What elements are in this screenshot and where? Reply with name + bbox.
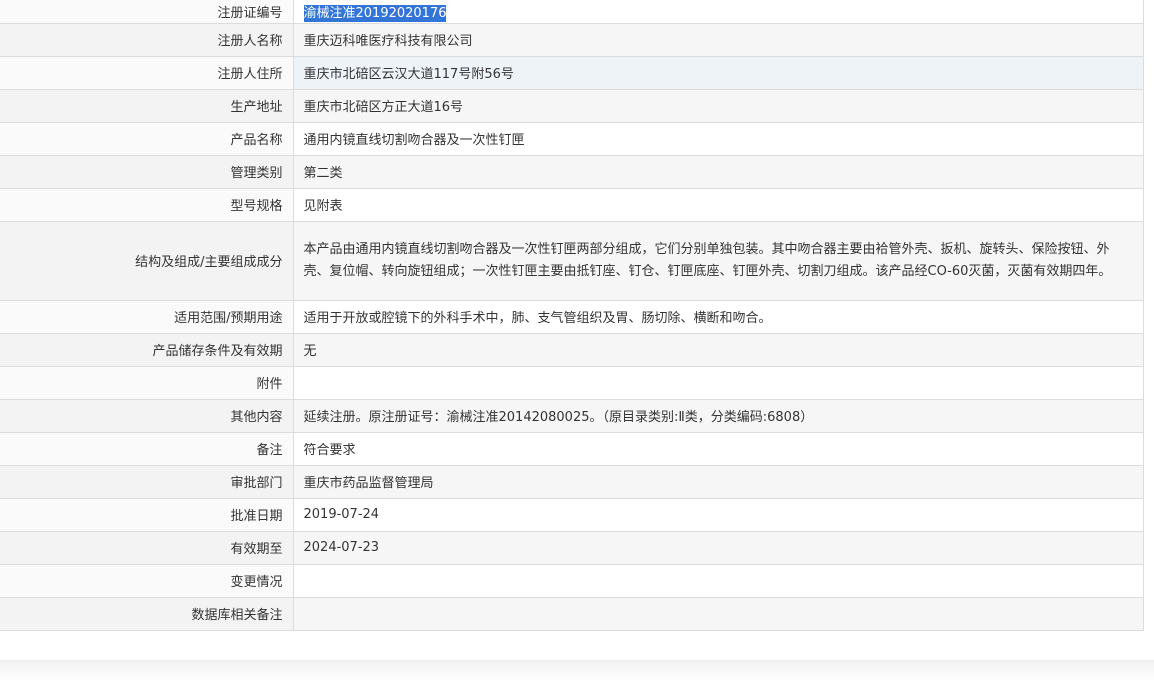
table-row-approval-department: 审批部门 重庆市药品监督管理局 bbox=[0, 465, 1143, 499]
row-label: 附件 bbox=[0, 366, 294, 400]
row-label: 批准日期 bbox=[0, 498, 294, 532]
table-row-structure-composition: 结构及组成/主要组成成分 本产品由通用内镜直线切割吻合器及一次性钉匣两部分组成，… bbox=[0, 221, 1143, 301]
row-value: 重庆市北碚区云汉大道117号附56号 bbox=[293, 56, 1143, 90]
table-row-registrant-name: 注册人名称 重庆迈科唯医疗科技有限公司 bbox=[0, 23, 1143, 57]
row-value: 重庆迈科唯医疗科技有限公司 bbox=[293, 23, 1143, 57]
row-label: 产品名称 bbox=[0, 122, 294, 156]
row-value: 2024-07-23 bbox=[293, 531, 1143, 565]
row-value: 本产品由通用内镜直线切割吻合器及一次性钉匣两部分组成，它们分别单独包装。其中吻合… bbox=[293, 221, 1143, 301]
table-row-product-name: 产品名称 通用内镜直线切割吻合器及一次性钉匣 bbox=[0, 122, 1143, 156]
row-label: 变更情况 bbox=[0, 564, 294, 598]
table-row-registrant-address: 注册人住所 重庆市北碚区云汉大道117号附56号 bbox=[0, 56, 1143, 90]
row-value: 无 bbox=[293, 333, 1143, 367]
row-label: 适用范围/预期用途 bbox=[0, 300, 294, 334]
row-value[interactable]: 渝械注准20192020176 bbox=[293, 0, 1143, 24]
row-value: 见附表 bbox=[293, 188, 1143, 222]
row-value: 重庆市药品监督管理局 bbox=[293, 465, 1143, 499]
row-value: 通用内镜直线切割吻合器及一次性钉匣 bbox=[293, 122, 1143, 156]
row-value: 2019-07-24 bbox=[293, 498, 1143, 532]
row-value bbox=[293, 564, 1143, 598]
table-row-intended-use: 适用范围/预期用途 适用于开放或腔镜下的外科手术中，肺、支气管组织及胃、肠切除、… bbox=[0, 300, 1143, 334]
registration-number-selected[interactable]: 渝械注准20192020176 bbox=[303, 4, 447, 22]
row-label: 审批部门 bbox=[0, 465, 294, 499]
table-row-valid-until: 有效期至 2024-07-23 bbox=[0, 531, 1143, 565]
row-label: 注册人住所 bbox=[0, 56, 294, 90]
row-value: 延续注册。原注册证号：渝械注准20142080025。（原目录类别:Ⅱ类，分类编… bbox=[293, 399, 1143, 433]
table-row-model-spec: 型号规格 见附表 bbox=[0, 188, 1143, 222]
table-row-management-category: 管理类别 第二类 bbox=[0, 155, 1143, 189]
table-row-production-address: 生产地址 重庆市北碚区方正大道16号 bbox=[0, 89, 1143, 123]
row-label: 数据库相关备注 bbox=[0, 597, 294, 631]
row-value: 重庆市北碚区方正大道16号 bbox=[293, 89, 1143, 123]
row-value bbox=[293, 366, 1143, 400]
page-bottom-shadow bbox=[0, 660, 1154, 680]
row-label: 产品储存条件及有效期 bbox=[0, 333, 294, 367]
row-value: 适用于开放或腔镜下的外科手术中，肺、支气管组织及胃、肠切除、横断和吻合。 bbox=[293, 300, 1143, 334]
table-row-registration-number: 注册证编号 渝械注准20192020176 bbox=[0, 0, 1143, 24]
row-label: 注册证编号 bbox=[0, 0, 294, 24]
registration-detail-panel: 注册证编号 渝械注准20192020176 注册人名称 重庆迈科唯医疗科技有限公… bbox=[0, 0, 1144, 631]
table-row-database-notes: 数据库相关备注 bbox=[0, 597, 1143, 631]
row-label: 注册人名称 bbox=[0, 23, 294, 57]
page: 注册证编号 渝械注准20192020176 注册人名称 重庆迈科唯医疗科技有限公… bbox=[0, 0, 1154, 680]
table-row-change-status: 变更情况 bbox=[0, 564, 1143, 598]
row-label: 型号规格 bbox=[0, 188, 294, 222]
table-row-approval-date: 批准日期 2019-07-24 bbox=[0, 498, 1143, 532]
registration-info-table: 注册证编号 渝械注准20192020176 注册人名称 重庆迈科唯医疗科技有限公… bbox=[0, 0, 1143, 631]
row-value: 第二类 bbox=[293, 155, 1143, 189]
table-row-remarks: 备注 符合要求 bbox=[0, 432, 1143, 466]
row-label: 结构及组成/主要组成成分 bbox=[0, 221, 294, 301]
row-value: 符合要求 bbox=[293, 432, 1143, 466]
table-row-attachment: 附件 bbox=[0, 366, 1143, 400]
row-value bbox=[293, 597, 1143, 631]
row-label: 其他内容 bbox=[0, 399, 294, 433]
row-label: 备注 bbox=[0, 432, 294, 466]
table-row-storage-validity: 产品储存条件及有效期 无 bbox=[0, 333, 1143, 367]
table-row-other-content: 其他内容 延续注册。原注册证号：渝械注准20142080025。（原目录类别:Ⅱ… bbox=[0, 399, 1143, 433]
row-label: 生产地址 bbox=[0, 89, 294, 123]
row-label: 管理类别 bbox=[0, 155, 294, 189]
row-label: 有效期至 bbox=[0, 531, 294, 565]
